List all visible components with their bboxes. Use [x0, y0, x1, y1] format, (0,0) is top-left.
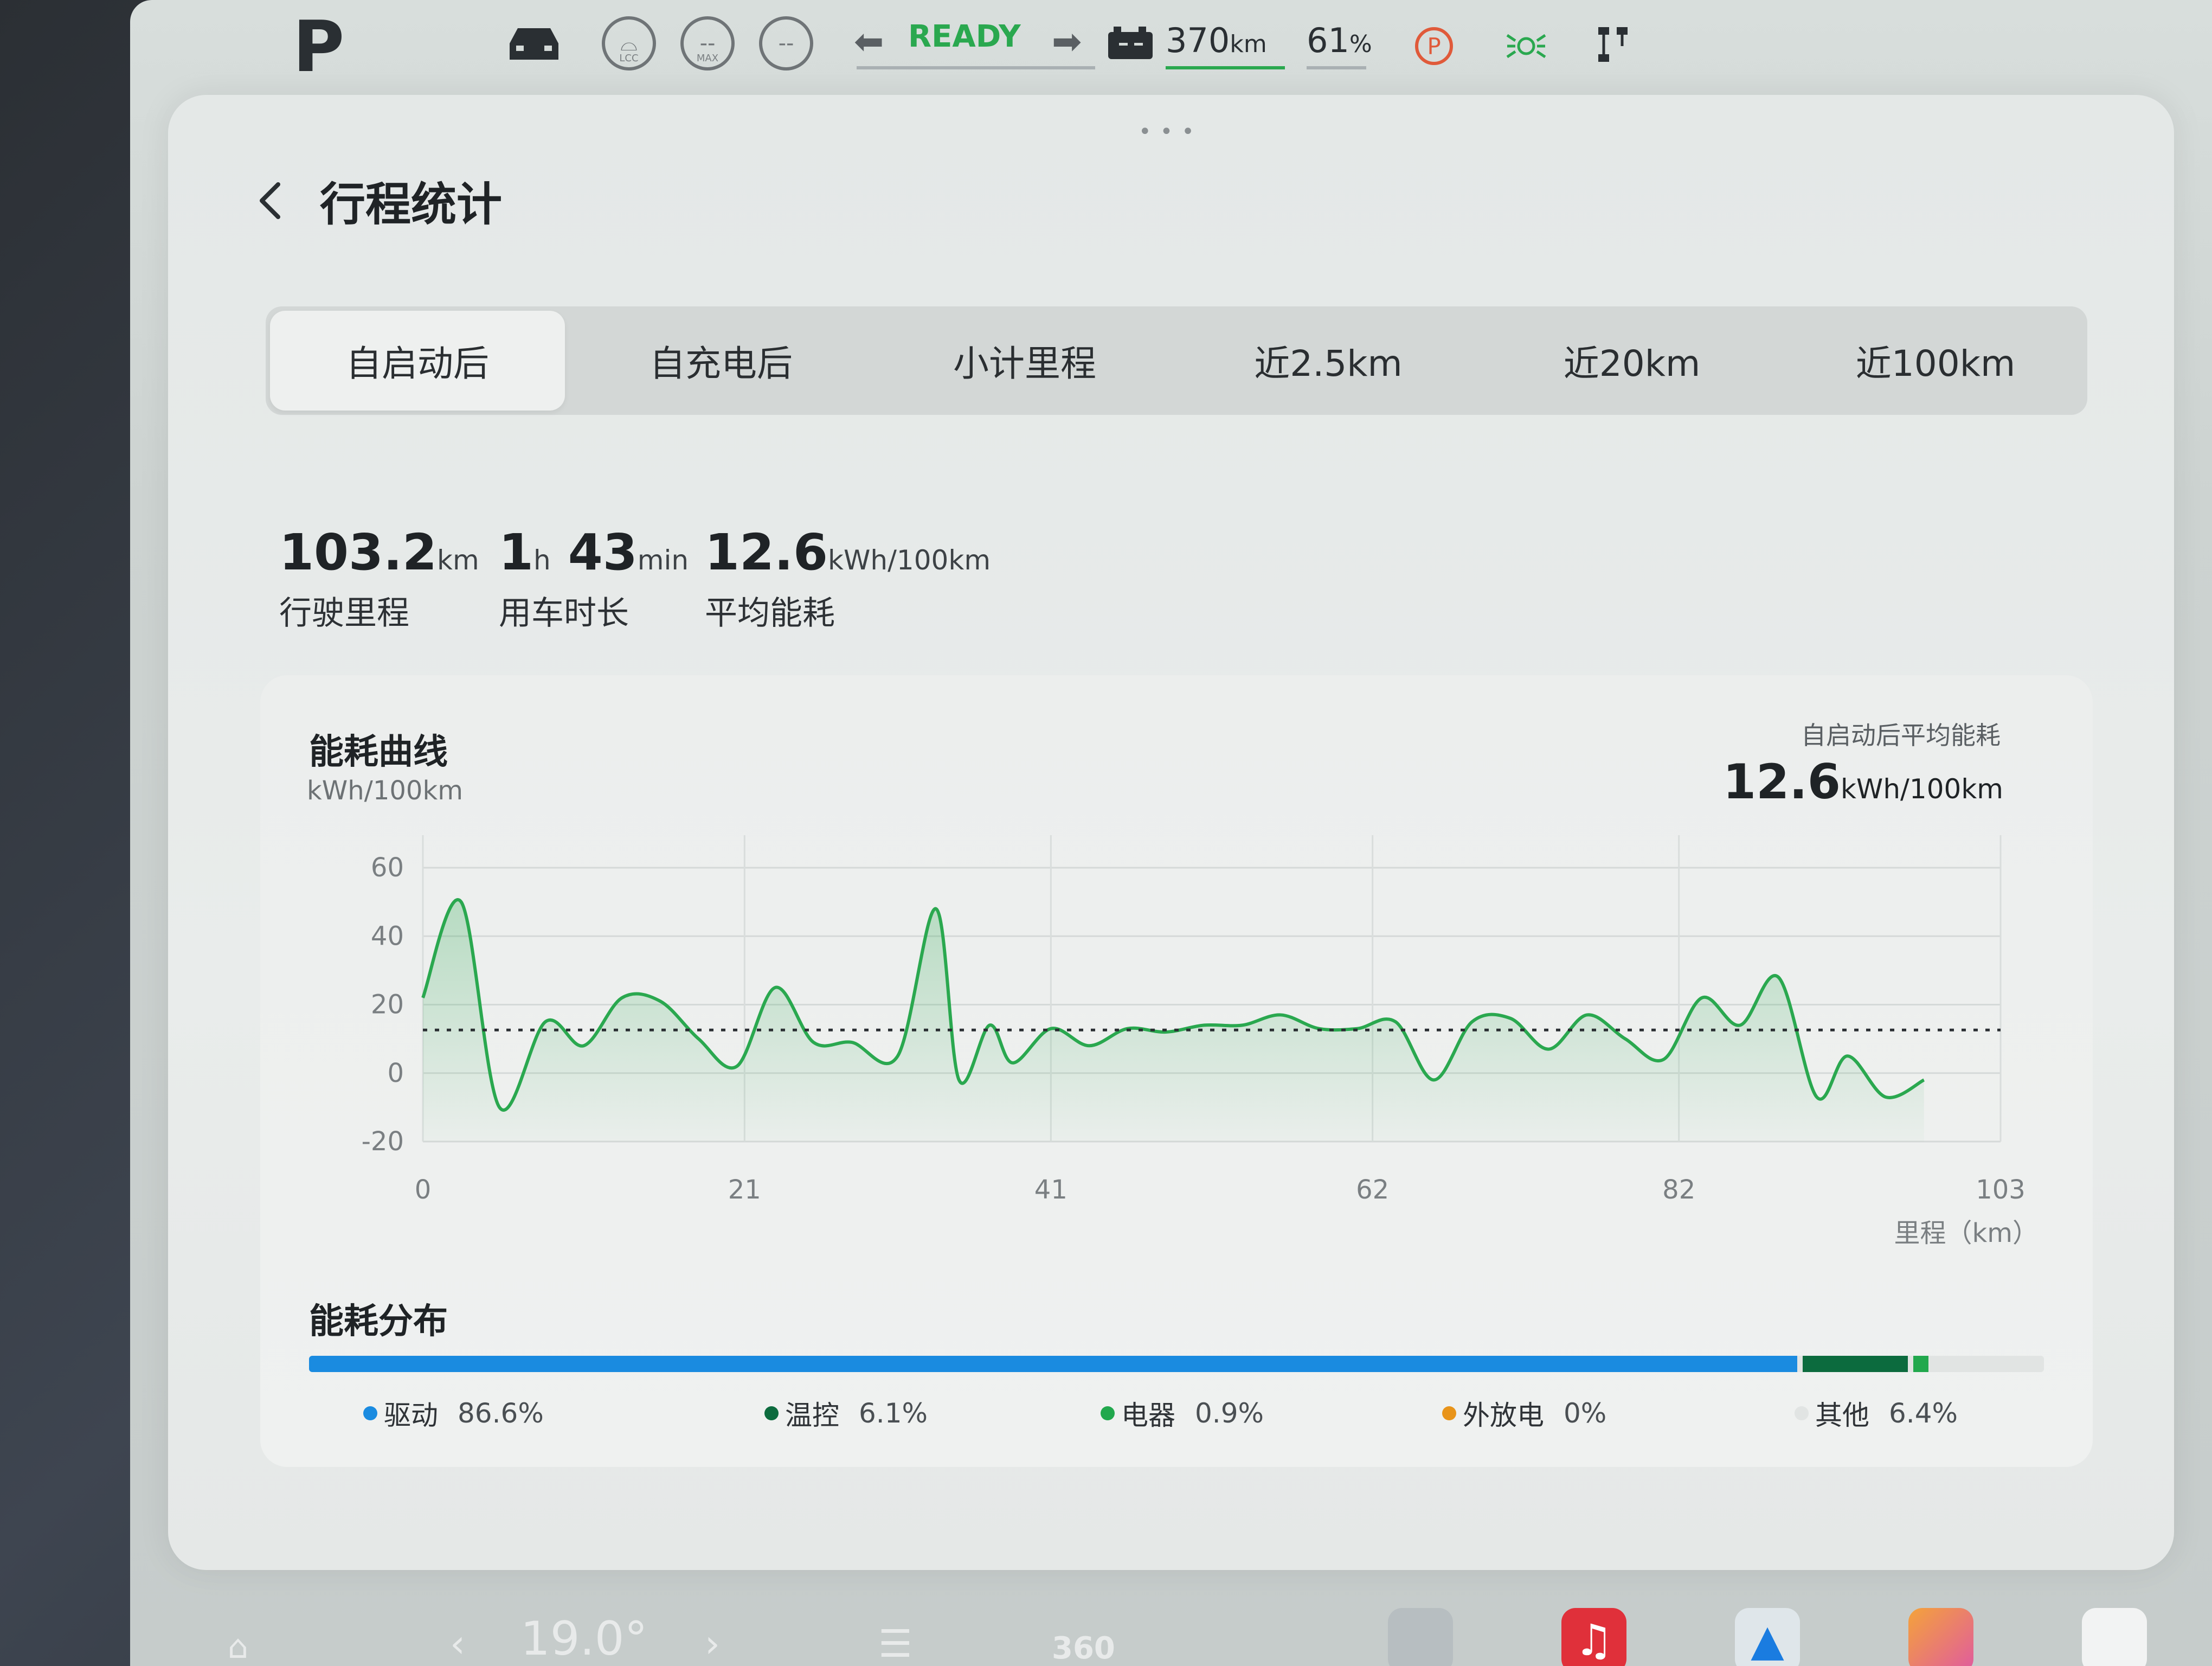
legend-name: 驱动: [384, 1400, 438, 1431]
legend-item: 其他 6.4%: [1795, 1394, 1958, 1433]
legend-percent: 86.6%: [458, 1398, 544, 1429]
music-app-icon[interactable]: ♫: [1561, 1608, 1626, 1666]
bottom-dock: ⌂ ‹ 19.0° › ☰ 360 ♫ ▲: [130, 1600, 2212, 1666]
view-360-button[interactable]: 360: [1052, 1631, 1115, 1666]
energy-line-chart: 60 40 20 0 -20 0 21 41 62 82 103 里程（km）: [362, 835, 2039, 1248]
right-arrow-icon: ➡: [1052, 21, 1082, 62]
more-app-icon[interactable]: [2082, 1608, 2147, 1666]
vehicle-screen: P ⌓ LCC -- MAX -- ⬅ READY ➡ 370km 61% P …: [130, 0, 2212, 1666]
app-launcher-icon[interactable]: [1908, 1608, 1973, 1666]
legend-dot-icon: [1101, 1406, 1115, 1420]
legend-name: 外放电: [1463, 1400, 1544, 1431]
distribution-segment: [1934, 1356, 2044, 1372]
battery-track: [1307, 66, 1366, 69]
gear-indicator: P: [293, 5, 345, 88]
x-tick-label: 0: [415, 1175, 432, 1205]
light-indicator-icon: [1506, 34, 1546, 59]
home-icon[interactable]: ⌂: [228, 1628, 248, 1666]
range-readout: 370km: [1166, 21, 1267, 60]
ai-drive-icon: [1598, 27, 1628, 62]
speed-limit-icon[interactable]: --: [759, 16, 813, 71]
legend-item: 电器 0.9%: [1101, 1394, 1264, 1433]
range-progress: [1166, 66, 1285, 69]
y-tick-label: 0: [387, 1058, 404, 1088]
seat-heat-icon[interactable]: ☰: [878, 1622, 912, 1666]
y-tick-label: 20: [371, 990, 404, 1020]
distribution-title: 能耗分布: [309, 1302, 448, 1342]
status-bar: P ⌓ LCC -- MAX -- ⬅ READY ➡ 370km 61% P: [130, 0, 2212, 92]
left-arrow-icon: ⬅: [854, 21, 884, 62]
parking-brake-icon: P: [1415, 27, 1453, 65]
x-tick-label: 41: [1034, 1175, 1068, 1205]
lcc-icon[interactable]: ⌓ LCC: [602, 16, 656, 71]
y-tick-label: -20: [362, 1126, 404, 1157]
legend-percent: 6.1%: [859, 1398, 928, 1429]
car-icon: [510, 28, 558, 60]
legend-item: 外放电 0%: [1442, 1394, 1606, 1433]
y-tick-label: 40: [371, 921, 404, 951]
distribution-segment: [1803, 1356, 1908, 1372]
legend-percent: 0%: [1564, 1398, 1607, 1429]
distribution-segment: [309, 1356, 1798, 1372]
x-tick-label: 103: [1976, 1175, 2025, 1205]
battery-icon: [1108, 27, 1153, 59]
legend-percent: 6.4%: [1889, 1398, 1958, 1429]
legend-dot-icon: [764, 1406, 779, 1420]
temp-up-chevron-icon[interactable]: ›: [705, 1622, 720, 1666]
ready-status: READY: [908, 19, 1021, 54]
temperature-readout[interactable]: 19.0°: [520, 1612, 647, 1666]
legend-name: 电器: [1121, 1400, 1175, 1431]
legend-dot-icon: [363, 1406, 377, 1420]
battery-percent: 61%: [1307, 21, 1372, 60]
legend-name: 温控: [785, 1400, 839, 1431]
ready-underline: [857, 66, 1095, 69]
temp-down-chevron-icon[interactable]: ‹: [450, 1622, 465, 1666]
svg-text:P: P: [1427, 33, 1441, 60]
distribution-segment: [1913, 1356, 1929, 1372]
x-tick-label: 62: [1356, 1175, 1389, 1205]
legend-percent: 0.9%: [1195, 1398, 1264, 1429]
trip-stats-panel: ••• 行程统计 自启动后 自充电后 小计里程 近2.5km 近20km 近10…: [168, 95, 2174, 1570]
x-tick-label: 21: [728, 1175, 761, 1205]
legend-dot-icon: [1795, 1406, 1809, 1420]
legend-name: 其他: [1815, 1400, 1869, 1431]
distribution-bar: [309, 1356, 2044, 1372]
x-tick-label: 82: [1662, 1175, 1695, 1205]
legend-item: 驱动 86.6%: [363, 1394, 544, 1433]
navigation-app-icon[interactable]: ▲: [1735, 1608, 1800, 1666]
legend-dot-icon: [1442, 1406, 1456, 1420]
x-axis-label: 里程（km）: [1894, 1218, 2039, 1248]
legend-item: 温控 6.1%: [764, 1394, 928, 1433]
y-tick-label: 60: [371, 853, 404, 883]
car-settings-app-icon[interactable]: [1388, 1608, 1453, 1666]
max-speed-icon[interactable]: -- MAX: [680, 16, 735, 71]
